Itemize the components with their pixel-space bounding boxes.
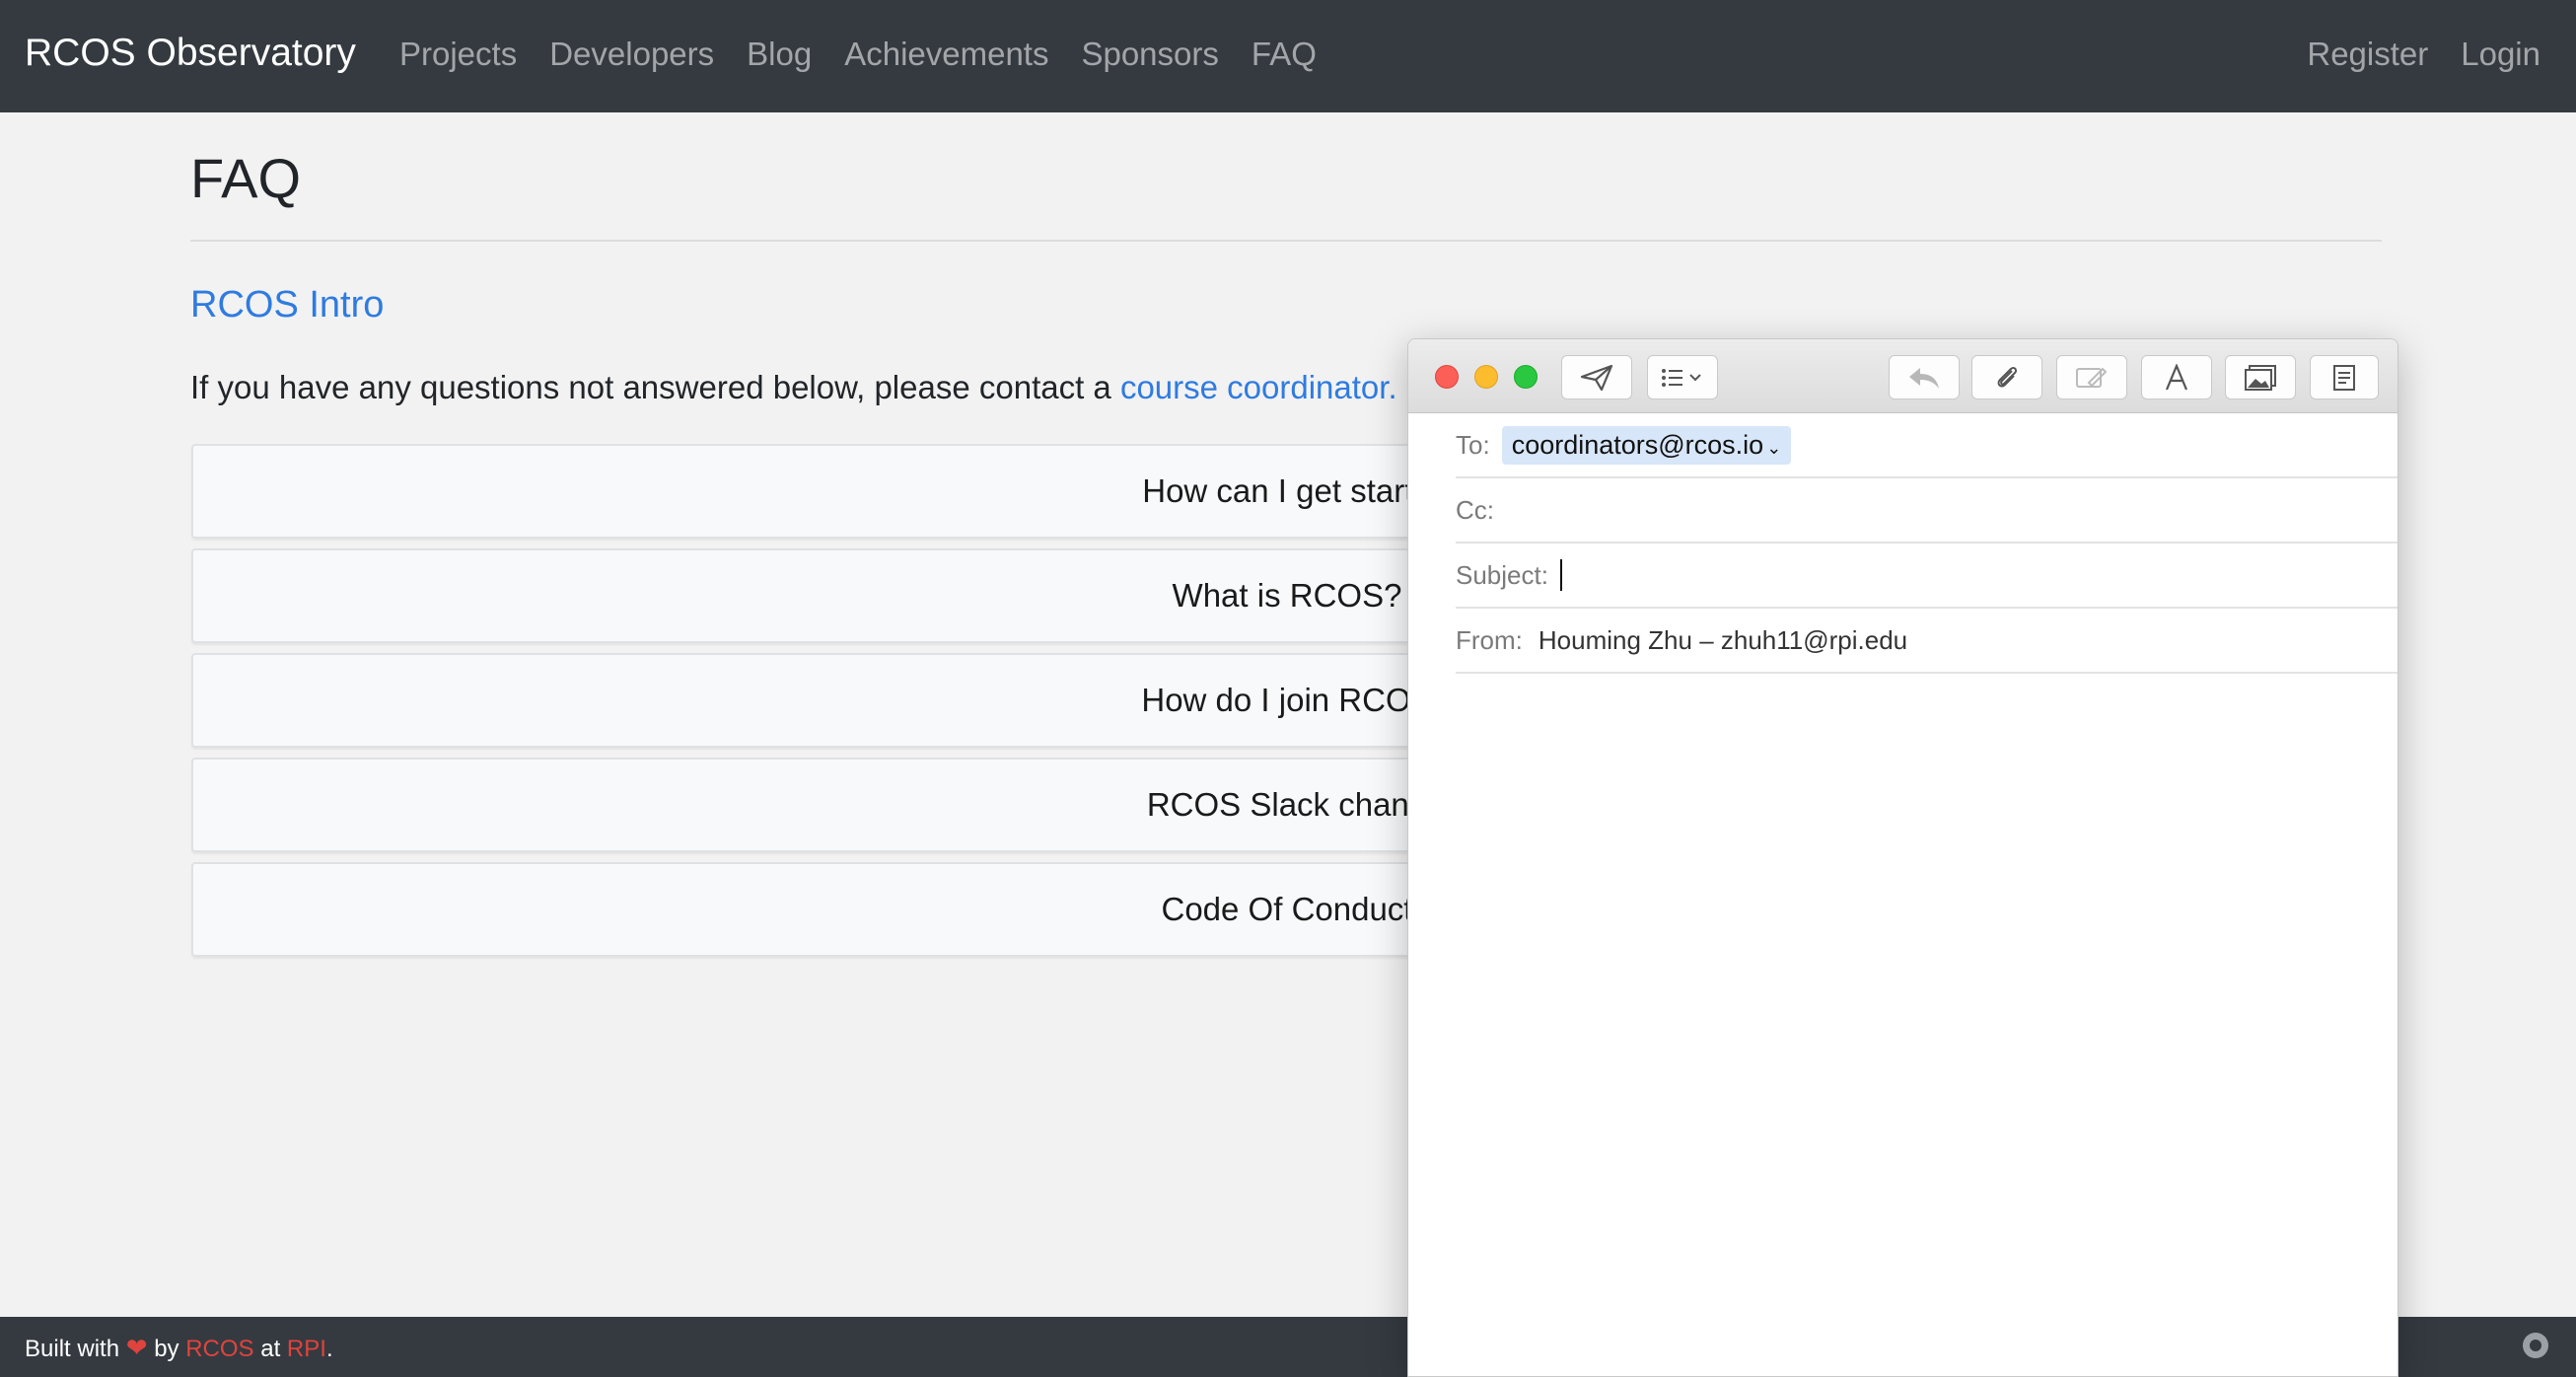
template-icon	[2333, 364, 2355, 391]
by-label: by	[154, 1336, 179, 1362]
cc-field[interactable]: Cc:	[1456, 478, 2397, 544]
send-button[interactable]	[1561, 355, 1632, 399]
course-coordinator-link[interactable]: course coordinator.	[1120, 369, 1397, 405]
nav-links: Projects Developers Blog Achievements Sp…	[399, 36, 1349, 73]
send-icon	[1580, 364, 1613, 391]
photo-icon	[2245, 364, 2276, 391]
text-cursor	[1559, 559, 1562, 591]
page-title: FAQ	[190, 147, 302, 209]
navbar: RCOS Observatory Projects Developers Blo…	[0, 0, 2576, 112]
subject-field[interactable]: Subject:	[1456, 544, 2397, 609]
chevron-down-icon[interactable]: ⌄	[1766, 438, 1781, 458]
mail-compose-window: To: coordinators@rcos.io ⌄ Cc: Subject: F…	[1407, 338, 2398, 1377]
nav-projects[interactable]: Projects	[399, 36, 517, 73]
brand-link[interactable]: RCOS Observatory	[25, 32, 356, 75]
list-icon	[1662, 368, 1701, 387]
divider	[190, 240, 2382, 242]
recipient-chip[interactable]: coordinators@rcos.io ⌄	[1501, 425, 1792, 465]
reply-icon	[1909, 367, 1939, 389]
format-button[interactable]	[2141, 355, 2212, 399]
footer-credit: Built with ❤ by RCOS at RPI.	[25, 1333, 333, 1363]
photo-browser-button[interactable]	[2225, 355, 2296, 399]
built-with-label: Built with	[25, 1336, 120, 1362]
nav-blog[interactable]: Blog	[747, 36, 812, 73]
at-label: at	[260, 1336, 281, 1362]
to-field[interactable]: To: coordinators@rcos.io ⌄	[1456, 413, 2397, 478]
intro-text: If you have any questions not answered b…	[190, 369, 1397, 406]
login-link[interactable]: Login	[2461, 36, 2540, 73]
footer-period: .	[325, 1336, 333, 1362]
subject-label: Subject:	[1456, 559, 1548, 590]
section-title[interactable]: RCOS Intro	[190, 284, 384, 326]
rpi-link[interactable]: RPI	[287, 1336, 326, 1362]
heart-icon: ❤	[125, 1333, 148, 1362]
github-icon[interactable]	[2523, 1333, 2548, 1358]
register-link[interactable]: Register	[2307, 36, 2428, 73]
intro-label: If you have any questions not answered b…	[190, 369, 1120, 405]
from-value[interactable]: Houming Zhu – zhuh11@rpi.edu	[1538, 625, 1907, 656]
message-body[interactable]	[1408, 676, 2397, 1376]
nav-developers[interactable]: Developers	[549, 36, 714, 73]
to-label: To:	[1456, 429, 1490, 460]
attachment-icon	[1997, 366, 2018, 387]
nav-achievements[interactable]: Achievements	[844, 36, 1048, 73]
stationery-button[interactable]	[2310, 355, 2379, 399]
close-window-button[interactable]	[1435, 365, 1459, 389]
mail-toolbar	[1408, 339, 2397, 413]
header-fields-button[interactable]	[1647, 355, 1718, 399]
nav-auth: Register Login	[2274, 36, 2540, 73]
font-icon	[2165, 363, 2188, 390]
recipient-address: coordinators@rcos.io	[1511, 429, 1764, 460]
markup-icon	[2076, 367, 2108, 388]
attach-button[interactable]	[1971, 355, 2042, 399]
reply-button[interactable]	[1889, 355, 1960, 399]
nav-faq[interactable]: FAQ	[1252, 36, 1317, 73]
markup-button[interactable]	[2056, 355, 2127, 399]
rcos-link[interactable]: RCOS	[185, 1336, 253, 1362]
nav-sponsors[interactable]: Sponsors	[1081, 36, 1218, 73]
cc-label: Cc:	[1456, 494, 1494, 525]
from-label: From:	[1456, 624, 1523, 655]
zoom-window-button[interactable]	[1514, 365, 1538, 389]
minimize-window-button[interactable]	[1474, 365, 1498, 389]
from-field[interactable]: From: Houming Zhu – zhuh11@rpi.edu	[1456, 609, 2397, 674]
